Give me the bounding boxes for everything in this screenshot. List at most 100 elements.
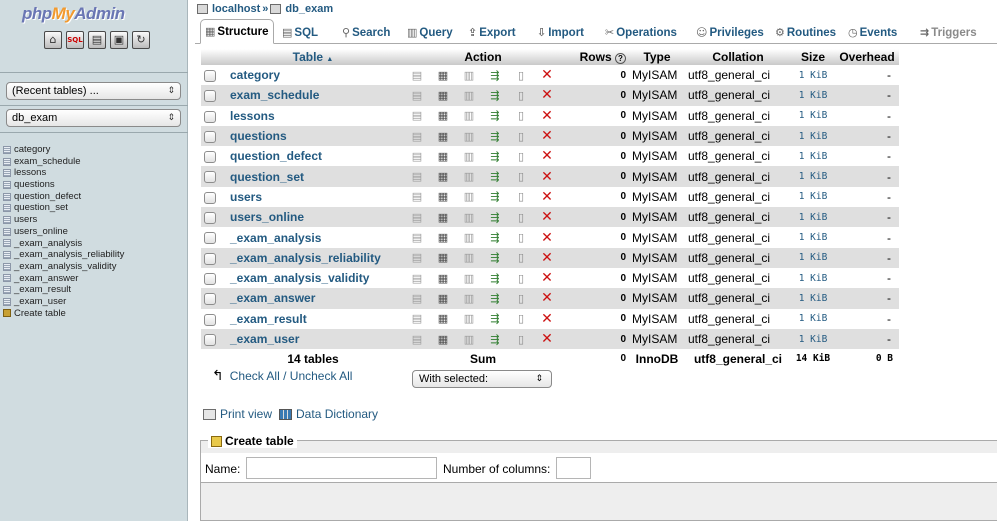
browse-icon[interactable]: ▤ [404, 89, 430, 102]
drop-table-icon[interactable]: ✕ [534, 230, 560, 246]
home-icon[interactable]: ⌂ [44, 31, 62, 49]
table-size-link[interactable]: 1 KiB [791, 267, 835, 289]
search-icon[interactable]: ▥ [456, 190, 482, 203]
nav-table-item[interactable]: question_set [3, 202, 124, 214]
table-name-input[interactable] [246, 457, 437, 479]
table-size-link[interactable]: 1 KiB [791, 166, 835, 187]
breadcrumb-server-link[interactable]: localhost [212, 3, 260, 15]
insert-icon[interactable]: ⇶ [482, 312, 508, 325]
browse-icon[interactable]: ▤ [404, 170, 430, 183]
tab-import[interactable]: ⇩ Import [537, 22, 584, 43]
drop-table-icon[interactable]: ✕ [534, 87, 560, 103]
table-size-link[interactable]: 1 KiB [791, 105, 835, 126]
row-checkbox[interactable] [204, 232, 216, 245]
row-checkbox[interactable] [204, 171, 216, 184]
empty-table-icon[interactable]: ▯ [508, 272, 534, 285]
phpmyadmin-logo[interactable]: phpMyAdmin [22, 4, 125, 24]
nav-table-item[interactable]: _exam_answer [3, 273, 124, 285]
browse-icon[interactable]: ▤ [404, 69, 430, 82]
empty-table-icon[interactable]: ▯ [508, 69, 534, 82]
search-icon[interactable]: ▥ [456, 130, 482, 143]
drop-table-icon[interactable]: ✕ [534, 189, 560, 205]
browse-icon[interactable]: ▤ [404, 272, 430, 285]
table-size-link[interactable]: 1 KiB [791, 85, 835, 106]
insert-icon[interactable]: ⇶ [482, 231, 508, 244]
help-icon[interactable]: ? [615, 53, 626, 64]
tab-operations[interactable]: ✂ Operations [605, 22, 677, 43]
nav-table-item[interactable]: category [3, 144, 124, 156]
browse-icon[interactable]: ▤ [404, 251, 430, 264]
nav-table-item[interactable]: question_defect [3, 191, 124, 203]
insert-icon[interactable]: ⇶ [482, 170, 508, 183]
row-checkbox[interactable] [204, 272, 216, 285]
table-name-link[interactable]: users_online [225, 207, 401, 228]
empty-table-icon[interactable]: ▯ [508, 333, 534, 346]
insert-icon[interactable]: ⇶ [482, 333, 508, 346]
table-name-link[interactable]: lessons [225, 105, 401, 126]
empty-table-icon[interactable]: ▯ [508, 130, 534, 143]
nav-create-table-link[interactable]: Create table [3, 308, 124, 320]
with-selected-select[interactable]: With selected: ⇕ [412, 370, 552, 388]
drop-table-icon[interactable]: ✕ [534, 290, 560, 306]
structure-icon[interactable]: ▦ [430, 170, 456, 183]
data-dictionary-link[interactable]: Data Dictionary [296, 407, 378, 421]
help-icon[interactable]: ▣ [110, 31, 128, 49]
tab-events[interactable]: ◷ Events [848, 22, 897, 43]
table-size-link[interactable]: 1 KiB [791, 146, 835, 167]
search-icon[interactable]: ▥ [456, 292, 482, 305]
nav-table-item[interactable]: users [3, 214, 124, 226]
row-checkbox[interactable] [204, 90, 216, 103]
row-checkbox[interactable] [204, 110, 216, 123]
tab-sql[interactable]: ▤ SQL [282, 22, 318, 43]
nav-table-item[interactable]: _exam_analysis [3, 238, 124, 250]
row-checkbox[interactable] [204, 69, 216, 82]
nav-table-item[interactable]: _exam_result [3, 284, 124, 296]
insert-icon[interactable]: ⇶ [482, 109, 508, 122]
insert-icon[interactable]: ⇶ [482, 272, 508, 285]
insert-icon[interactable]: ⇶ [482, 190, 508, 203]
structure-icon[interactable]: ▦ [430, 109, 456, 122]
row-checkbox[interactable] [204, 313, 216, 326]
insert-icon[interactable]: ⇶ [482, 150, 508, 163]
drop-table-icon[interactable]: ✕ [534, 148, 560, 164]
row-checkbox[interactable] [204, 252, 216, 265]
check-all-link[interactable]: Check All [230, 369, 280, 383]
structure-icon[interactable]: ▦ [430, 211, 456, 224]
table-name-link[interactable]: questions [225, 125, 401, 147]
structure-icon[interactable]: ▦ [430, 231, 456, 244]
row-checkbox[interactable] [204, 333, 216, 346]
insert-icon[interactable]: ⇶ [482, 89, 508, 102]
number-of-columns-input[interactable] [556, 457, 591, 479]
nav-table-item[interactable]: questions [3, 179, 124, 191]
empty-table-icon[interactable]: ▯ [508, 292, 534, 305]
table-name-link[interactable]: users [225, 186, 401, 208]
insert-icon[interactable]: ⇶ [482, 211, 508, 224]
table-name-header[interactable]: Table ▲ [225, 49, 401, 65]
tab-privileges[interactable]: ☺ Privileges [696, 22, 764, 43]
insert-icon[interactable]: ⇶ [482, 251, 508, 264]
search-icon[interactable]: ▥ [456, 231, 482, 244]
table-name-link[interactable]: _exam_analysis [225, 227, 401, 248]
row-checkbox[interactable] [204, 212, 216, 225]
insert-icon[interactable]: ⇶ [482, 69, 508, 82]
table-name-link[interactable]: _exam_analysis_validity [225, 267, 401, 289]
browse-icon[interactable]: ▤ [404, 211, 430, 224]
empty-table-icon[interactable]: ▯ [508, 312, 534, 325]
empty-table-icon[interactable]: ▯ [508, 231, 534, 244]
empty-table-icon[interactable]: ▯ [508, 211, 534, 224]
table-name-link[interactable]: _exam_result [225, 308, 401, 329]
table-size-link[interactable]: 1 KiB [791, 328, 835, 350]
sql-query-icon[interactable]: SQL [66, 31, 84, 49]
table-name-link[interactable]: _exam_user [225, 328, 401, 350]
insert-icon[interactable]: ⇶ [482, 130, 508, 143]
tab-structure[interactable]: ▦ Structure [200, 19, 274, 44]
drop-table-icon[interactable]: ✕ [534, 128, 560, 144]
browse-icon[interactable]: ▤ [404, 333, 430, 346]
structure-icon[interactable]: ▦ [430, 89, 456, 102]
row-checkbox[interactable] [204, 191, 216, 204]
reload-icon[interactable]: ↻ [132, 31, 150, 49]
structure-icon[interactable]: ▦ [430, 292, 456, 305]
table-size-link[interactable]: 1 KiB [791, 227, 835, 248]
table-size-link[interactable]: 1 KiB [791, 65, 835, 86]
structure-icon[interactable]: ▦ [430, 150, 456, 163]
